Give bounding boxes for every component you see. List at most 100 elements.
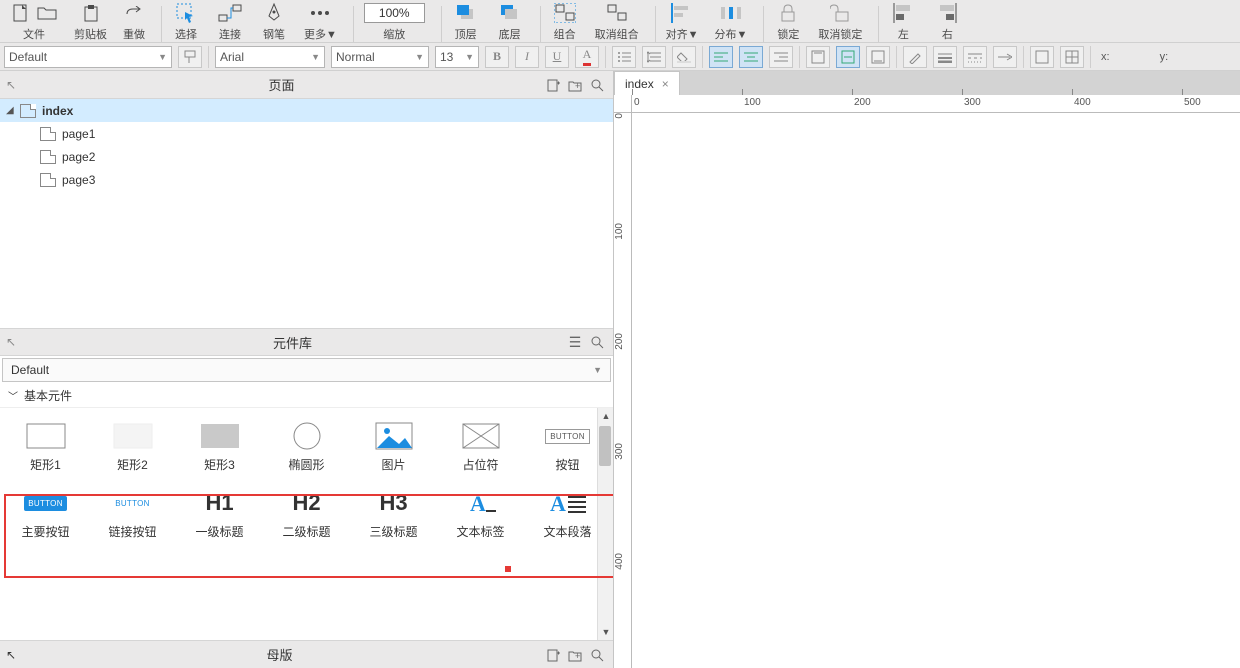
- text-align-left-button[interactable]: [709, 46, 733, 68]
- canvas-tab-index[interactable]: index ×: [614, 71, 680, 95]
- search-library-button[interactable]: [587, 332, 607, 352]
- library-menu-button[interactable]: ☰: [565, 332, 585, 352]
- align-left-group[interactable]: 左: [885, 1, 921, 42]
- widget-placeholder[interactable]: 占位符: [437, 416, 524, 483]
- bold-button[interactable]: B: [485, 46, 509, 68]
- front-group[interactable]: 顶层: [448, 1, 484, 42]
- tree-toggle-icon[interactable]: ◢: [6, 105, 20, 116]
- svg-text:A: A: [550, 491, 566, 515]
- font-select[interactable]: Arial▼: [215, 46, 325, 68]
- lock-label: 锁定: [777, 26, 799, 42]
- widget-ellipse[interactable]: 椭圆形: [263, 416, 350, 483]
- search-master-button[interactable]: [587, 645, 607, 665]
- valign-middle-button[interactable]: [836, 46, 860, 68]
- back-label: 底层: [499, 26, 521, 42]
- library-scrollbar[interactable]: ▲ ▼: [597, 408, 613, 640]
- text-align-center-button[interactable]: [739, 46, 763, 68]
- library-panel-header: ↖ 元件库 ☰: [0, 328, 613, 356]
- valign-top-button[interactable]: [806, 46, 830, 68]
- align-right-icon: [933, 1, 961, 25]
- add-master-button[interactable]: [543, 645, 563, 665]
- ungroup-group[interactable]: 取消组合: [591, 1, 643, 42]
- widget-image[interactable]: 图片: [350, 416, 437, 483]
- back-group[interactable]: 底层: [492, 1, 528, 42]
- library-section-basic[interactable]: ﹀基本元件: [0, 384, 613, 408]
- inner-border-button[interactable]: [1060, 46, 1084, 68]
- style-painter-button[interactable]: [178, 46, 202, 68]
- add-folder-button[interactable]: +: [565, 75, 585, 95]
- border-width-button[interactable]: [933, 46, 957, 68]
- redo-group[interactable]: 重做: [119, 1, 149, 42]
- arrow-style-button[interactable]: [993, 46, 1017, 68]
- widget-link-button[interactable]: BUTTON链接按钮: [89, 483, 176, 550]
- search-pages-button[interactable]: [587, 75, 607, 95]
- widget-rect3[interactable]: 矩形3: [176, 416, 263, 483]
- more-group[interactable]: 更多▼: [300, 1, 341, 42]
- file-label: 文件: [23, 26, 45, 42]
- scroll-thumb[interactable]: [599, 426, 611, 466]
- scroll-up-icon[interactable]: ▲: [598, 408, 613, 424]
- outer-border-button[interactable]: [1030, 46, 1054, 68]
- lock-group[interactable]: 锁定: [770, 1, 806, 42]
- font-weight-select[interactable]: Normal▼: [331, 46, 429, 68]
- clipboard-group[interactable]: 剪贴板: [70, 1, 111, 42]
- select-group[interactable]: 选择: [168, 1, 204, 42]
- widget-h1[interactable]: H1一级标题: [176, 483, 263, 550]
- widget-text-label[interactable]: A文本标签: [437, 483, 524, 550]
- format-bar: Default▼ Arial▼ Normal▼ 13▼ B I U A x: y…: [0, 43, 1240, 71]
- clipboard-label: 剪贴板: [74, 26, 107, 42]
- connect-group[interactable]: 连接: [212, 1, 248, 42]
- canvas-tabstrip: index ×: [614, 71, 1240, 95]
- align-group[interactable]: 对齐▼: [662, 1, 703, 42]
- pen-icon: [260, 1, 288, 25]
- widget-primary-button[interactable]: BUTTON主要按钮: [2, 483, 89, 550]
- add-master-folder-button[interactable]: +: [565, 645, 585, 665]
- close-tab-icon[interactable]: ×: [662, 77, 669, 91]
- library-preset-select[interactable]: Default▼: [2, 358, 611, 382]
- zoom-value[interactable]: 100%: [364, 3, 425, 23]
- unlock-label: 取消锁定: [818, 26, 862, 42]
- line-height-button[interactable]: [642, 46, 666, 68]
- italic-button[interactable]: I: [515, 46, 539, 68]
- widget-h2[interactable]: H2二级标题: [263, 483, 350, 550]
- widget-rect1[interactable]: 矩形1: [2, 416, 89, 483]
- zoom-group[interactable]: 100% 缩放: [360, 1, 429, 42]
- font-size-select[interactable]: 13▼: [435, 46, 479, 68]
- clipboard-icon: [80, 2, 102, 24]
- collapse-icon[interactable]: ↖: [6, 78, 20, 92]
- ungroup-icon: [603, 1, 631, 25]
- text-align-right-button[interactable]: [769, 46, 793, 68]
- valign-bottom-button[interactable]: [866, 46, 890, 68]
- style-preset-select[interactable]: Default▼: [4, 46, 172, 68]
- unlock-group[interactable]: 取消锁定: [814, 1, 866, 42]
- border-style-button[interactable]: [963, 46, 987, 68]
- collapse-icon[interactable]: ↖: [6, 648, 16, 662]
- library-body: Default▼ ﹀基本元件 矩形1 矩形2 矩形3 椭圆形 图片 占位符 BU…: [0, 356, 613, 640]
- fill-color-button[interactable]: [672, 46, 696, 68]
- align-right-group[interactable]: 右: [929, 1, 965, 42]
- distribute-group[interactable]: 分布▼: [710, 1, 751, 42]
- underline-button[interactable]: U: [545, 46, 569, 68]
- bullets-button[interactable]: [612, 46, 636, 68]
- page-row-index[interactable]: ◢ index: [0, 99, 613, 122]
- pen-group[interactable]: 钢笔: [256, 1, 292, 42]
- group-group[interactable]: 组合: [547, 1, 583, 42]
- collapse-icon[interactable]: ↖: [6, 335, 20, 349]
- canvas-area[interactable]: [632, 113, 1240, 668]
- more-icon: [306, 1, 334, 25]
- add-page-button[interactable]: [543, 75, 563, 95]
- callout-dot: [505, 566, 511, 572]
- scroll-down-icon[interactable]: ▼: [598, 624, 613, 640]
- page-row-page3[interactable]: page3: [0, 168, 613, 191]
- widget-rect2[interactable]: 矩形2: [89, 416, 176, 483]
- new-file-icon: [10, 2, 32, 24]
- file-group[interactable]: 文件: [6, 1, 62, 42]
- widget-h3[interactable]: H3三级标题: [350, 483, 437, 550]
- pen-label: 钢笔: [263, 26, 285, 42]
- page-row-page2[interactable]: page2: [0, 145, 613, 168]
- border-color-button[interactable]: [903, 46, 927, 68]
- text-color-button[interactable]: A: [575, 46, 599, 68]
- x-label: x:: [1101, 51, 1110, 63]
- page-row-page1[interactable]: page1: [0, 122, 613, 145]
- library-title: 元件库: [20, 333, 565, 352]
